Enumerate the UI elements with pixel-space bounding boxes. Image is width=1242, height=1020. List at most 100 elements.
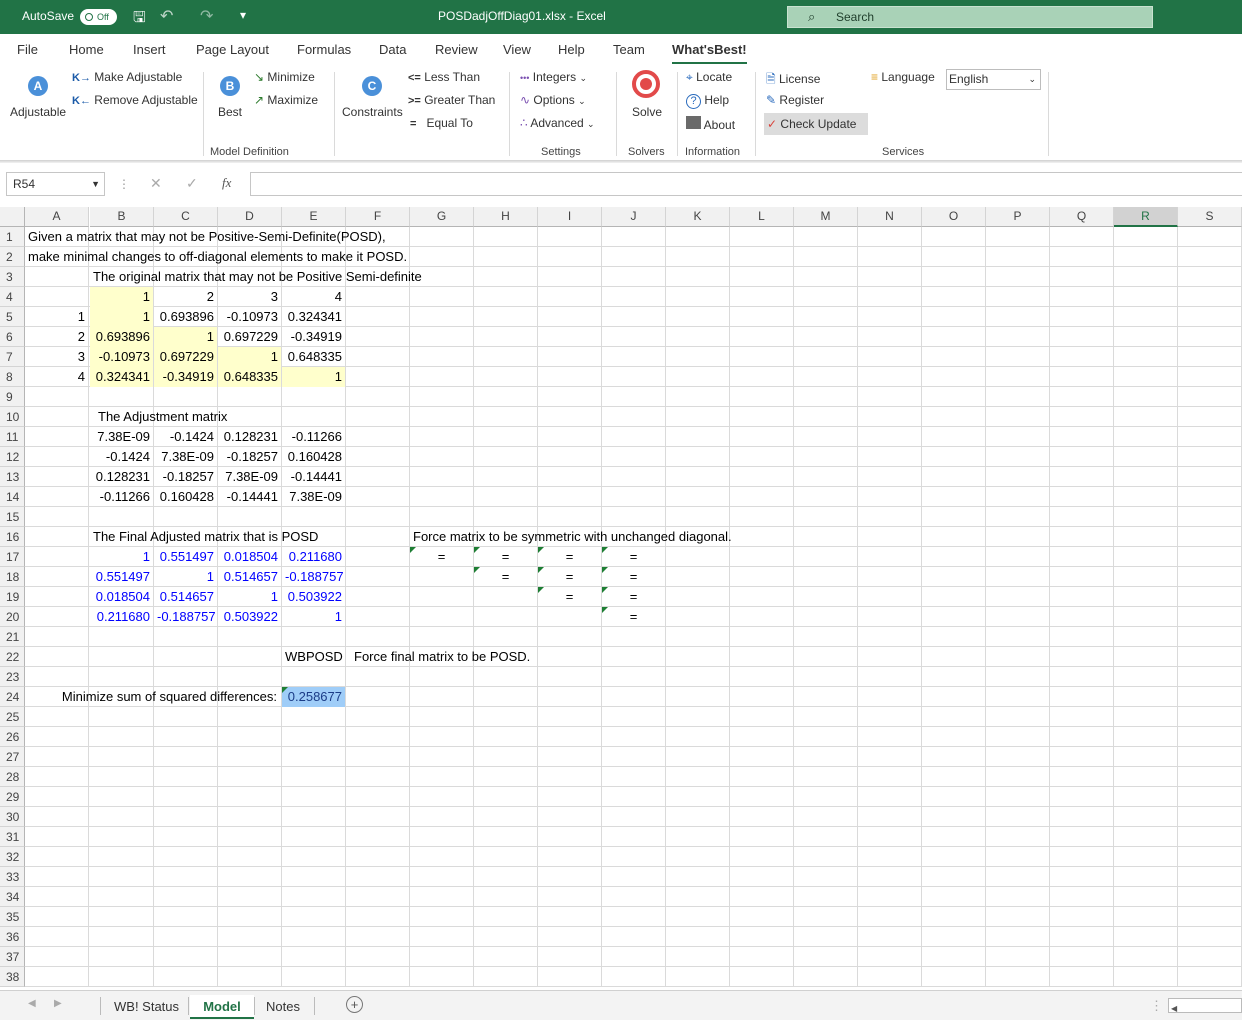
row-header[interactable]: 35 — [0, 907, 25, 927]
column-header[interactable]: N — [858, 207, 922, 227]
row-header[interactable]: 12 — [0, 447, 25, 467]
row-header[interactable]: 24 — [0, 687, 25, 707]
row-header[interactable]: 17 — [0, 547, 25, 567]
help-button[interactable]: ? Help — [686, 93, 729, 109]
tab-data[interactable]: Data — [379, 42, 406, 57]
final-matrix-cell[interactable]: 0.514657 — [154, 587, 217, 607]
maximize-button[interactable]: ↗ Maximize — [254, 93, 318, 107]
cell-text[interactable]: The original matrix that may not be Posi… — [90, 267, 601, 287]
matrix-cell[interactable]: 0.697229 — [218, 327, 281, 347]
row-header[interactable]: 5 — [0, 307, 25, 327]
final-matrix-cell[interactable]: -0.188757 — [154, 607, 217, 627]
objective-label[interactable]: Minimize sum of squared differences: — [25, 687, 280, 707]
row-header[interactable]: 7 — [0, 347, 25, 367]
row-header[interactable]: 29 — [0, 787, 25, 807]
final-matrix-cell[interactable]: 1 — [218, 587, 281, 607]
matrix-cell[interactable]: 0.648335 — [282, 347, 345, 367]
matrix-row-header[interactable]: 2 — [25, 327, 88, 347]
tab-formulas[interactable]: Formulas — [297, 42, 351, 57]
column-header[interactable]: O — [922, 207, 986, 227]
row-header[interactable]: 36 — [0, 927, 25, 947]
tab-insert[interactable]: Insert — [133, 42, 166, 57]
constraint-cell[interactable]: = — [602, 547, 665, 567]
scroll-right-icon[interactable]: ▶ — [54, 998, 62, 1009]
row-header[interactable]: 8 — [0, 367, 25, 387]
final-matrix-cell[interactable]: 0.551497 — [154, 547, 217, 567]
row-header[interactable]: 11 — [0, 427, 25, 447]
row-header[interactable]: 34 — [0, 887, 25, 907]
row-header[interactable]: 6 — [0, 327, 25, 347]
column-header[interactable]: M — [794, 207, 858, 227]
row-header[interactable]: 3 — [0, 267, 25, 287]
matrix-cell[interactable]: -0.34919 — [282, 327, 345, 347]
matrix-col-header[interactable]: 1 — [90, 287, 153, 307]
row-header[interactable]: 16 — [0, 527, 25, 547]
cell-text[interactable]: The Adjustment matrix — [90, 407, 281, 427]
adjustment-cell[interactable]: -0.14441 — [218, 487, 281, 507]
row-header[interactable]: 33 — [0, 867, 25, 887]
tab-home[interactable]: Home — [69, 42, 104, 57]
column-header[interactable]: F — [346, 207, 410, 227]
row-header[interactable]: 26 — [0, 727, 25, 747]
adjustment-cell[interactable]: -0.14441 — [282, 467, 345, 487]
constraint-cell[interactable]: = — [538, 567, 601, 587]
column-header[interactable]: L — [730, 207, 794, 227]
autosave-toggle[interactable]: Off — [80, 9, 117, 25]
license-button[interactable]: 🗎 License — [766, 70, 820, 91]
matrix-row-header[interactable]: 3 — [25, 347, 88, 367]
cell-text[interactable]: Given a matrix that may not be Positive-… — [25, 227, 536, 247]
final-matrix-cell[interactable]: 1 — [154, 567, 217, 587]
cell-text[interactable]: Force final matrix to be POSD. — [346, 647, 601, 667]
column-header[interactable]: Q — [1050, 207, 1114, 227]
cancel-icon[interactable]: ✕ — [150, 175, 162, 192]
solve-button[interactable]: Solve — [624, 64, 670, 144]
add-sheet-icon[interactable]: + — [346, 996, 363, 1013]
row-header[interactable]: 37 — [0, 947, 25, 967]
select-all-corner[interactable] — [0, 207, 25, 227]
name-box[interactable]: R54 ▼ — [6, 172, 105, 196]
cell-text[interactable]: WBPOSD — [282, 647, 345, 667]
column-header[interactable]: S — [1178, 207, 1242, 227]
sheet-tab-wb-status[interactable]: WB! Status — [114, 995, 179, 1019]
matrix-cell[interactable]: 0.648335 — [218, 367, 281, 387]
adjustment-cell[interactable]: -0.1424 — [154, 427, 217, 447]
column-header[interactable]: P — [986, 207, 1050, 227]
enter-icon[interactable]: ✓ — [186, 175, 198, 192]
column-header[interactable]: G — [410, 207, 474, 227]
save-icon[interactable]: 🖫 — [133, 7, 146, 32]
greater-than-button[interactable]: >= Greater Than — [408, 93, 495, 107]
column-header[interactable]: H — [474, 207, 538, 227]
adjustment-cell[interactable]: 0.160428 — [154, 487, 217, 507]
row-header[interactable]: 19 — [0, 587, 25, 607]
column-header[interactable]: R — [1114, 207, 1178, 227]
constraint-cell[interactable]: = — [602, 587, 665, 607]
row-header[interactable]: 23 — [0, 667, 25, 687]
row-header[interactable]: 25 — [0, 707, 25, 727]
adjustment-cell[interactable]: -0.11266 — [90, 487, 153, 507]
matrix-cell[interactable]: -0.34919 — [154, 367, 217, 387]
final-matrix-cell[interactable]: 1 — [90, 547, 153, 567]
adjustment-cell[interactable]: 0.160428 — [282, 447, 345, 467]
final-matrix-cell[interactable]: 0.551497 — [90, 567, 153, 587]
undo-icon[interactable]: ↶ — [160, 6, 173, 26]
row-header[interactable]: 18 — [0, 567, 25, 587]
tab-file[interactable]: File — [17, 42, 38, 57]
row-header[interactable]: 4 — [0, 287, 25, 307]
matrix-cell[interactable]: 0.693896 — [90, 327, 153, 347]
column-header[interactable]: K — [666, 207, 730, 227]
best-button[interactable]: B Best — [210, 64, 250, 144]
row-header[interactable]: 21 — [0, 627, 25, 647]
matrix-cell[interactable]: 1 — [154, 327, 217, 347]
column-header[interactable]: B — [90, 207, 154, 227]
integers-dropdown[interactable]: ••• Integers ⌄ — [520, 70, 587, 84]
adjustment-cell[interactable]: 7.38E-09 — [282, 487, 345, 507]
adjustment-cell[interactable]: 0.128231 — [90, 467, 153, 487]
adjustment-cell[interactable]: -0.1424 — [90, 447, 153, 467]
row-header[interactable]: 22 — [0, 647, 25, 667]
fx-icon[interactable]: fx — [222, 175, 231, 191]
tab-help[interactable]: Help — [558, 42, 585, 57]
matrix-cell[interactable]: 1 — [218, 347, 281, 367]
formula-input[interactable] — [250, 172, 1242, 196]
matrix-cell[interactable]: 1 — [282, 367, 345, 387]
about-button[interactable]: About — [686, 116, 735, 132]
